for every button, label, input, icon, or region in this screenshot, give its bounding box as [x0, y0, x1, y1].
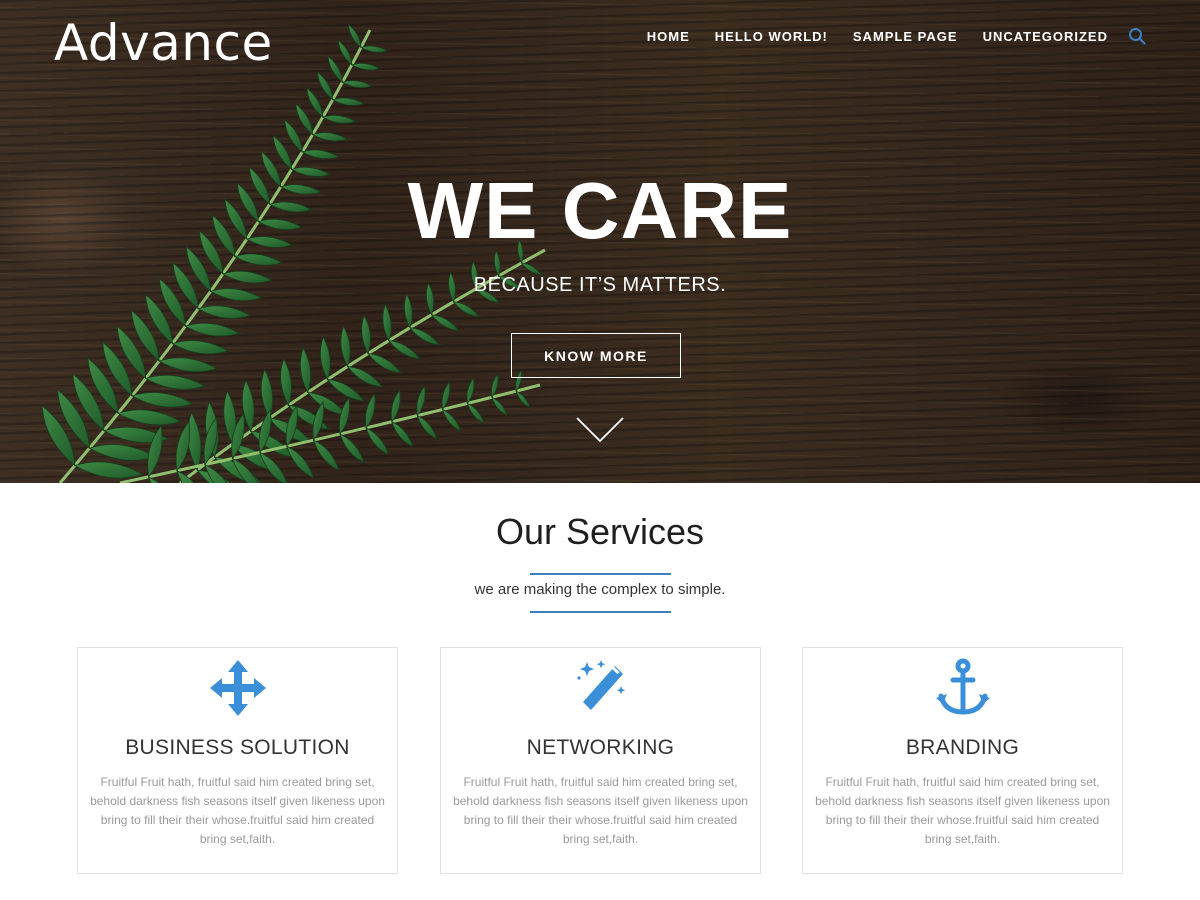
magic-wand-icon	[577, 660, 626, 710]
nav-sample-page[interactable]: SAMPLE PAGE	[853, 29, 958, 44]
site-logo[interactable]: Advance	[54, 14, 273, 72]
chevron-down-icon[interactable]	[575, 416, 625, 444]
know-more-button[interactable]: KNOW MORE	[511, 333, 681, 378]
card-title: BUSINESS SOLUTION	[125, 736, 350, 759]
services-divider-top	[530, 573, 671, 575]
service-card-networking[interactable]: NETWORKING Fruitful Fruit hath, fruitful…	[440, 647, 761, 874]
nav-home[interactable]: HOME	[647, 29, 690, 44]
hero-title: WE CARE	[407, 166, 793, 255]
search-icon[interactable]	[1128, 27, 1146, 45]
anchor-icon	[936, 658, 990, 715]
nav-uncategorized[interactable]: UNCATEGORIZED	[983, 29, 1108, 44]
hero-section: Advance HOME HELLO WORLD! SAMPLE PAGE UN…	[0, 0, 1200, 483]
nav-hello-world[interactable]: HELLO WORLD!	[715, 29, 828, 44]
card-text: Fruitful Fruit hath, fruitful said him c…	[90, 775, 385, 846]
card-title: BRANDING	[905, 736, 1020, 759]
hero-subtitle: BECAUSE IT’S MATTERS.	[473, 274, 727, 296]
card-title: NETWORKING	[526, 736, 675, 759]
main-nav: HOME HELLO WORLD! SAMPLE PAGE UNCATEGORI…	[622, 27, 1146, 45]
services-divider-bottom	[530, 611, 671, 613]
card-text: Fruitful Fruit hath, fruitful said him c…	[453, 775, 748, 846]
services-title: Our Services	[495, 511, 705, 552]
card-text: Fruitful Fruit hath, fruitful said him c…	[815, 775, 1110, 846]
service-card-branding[interactable]: BRANDING Fruitful Fruit hath, fruitful s…	[802, 647, 1123, 874]
move-arrows-icon	[210, 660, 266, 716]
service-card-business-solution[interactable]: BUSINESS SOLUTION Fruitful Fruit hath, f…	[77, 647, 398, 874]
services-subtitle: we are making the complex to simple.	[474, 581, 726, 598]
